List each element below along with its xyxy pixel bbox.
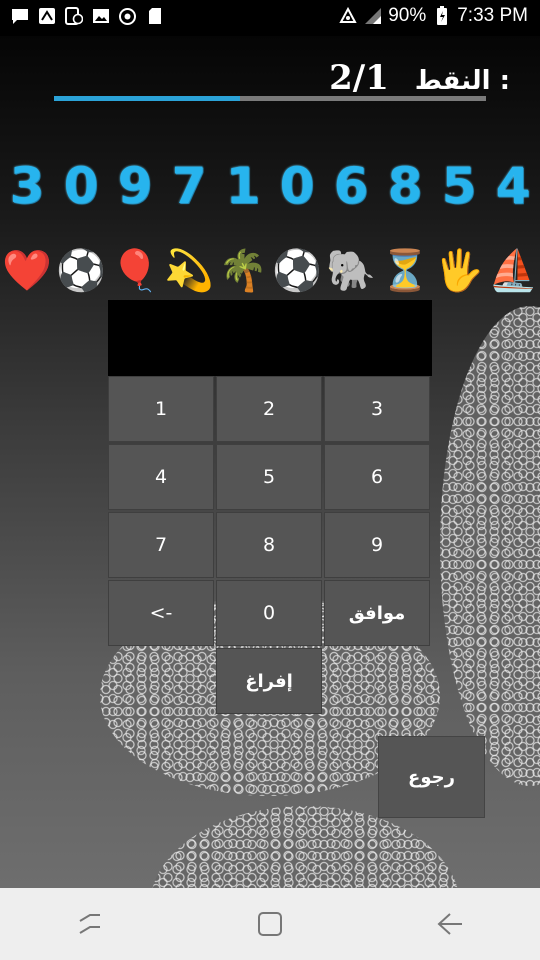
key-0[interactable]: 0 (216, 580, 322, 646)
game-area: 2/1 النقط : 3097106854 ❤️ ⚽ 🎈 💫 🌴 ⚽ 🐘 ⏳ 🖐️ ⛵ 1234… (0, 36, 540, 888)
ok-button[interactable]: موافق (324, 580, 430, 646)
sequence-digit: 7 (171, 157, 207, 215)
battery-percent: 90% (388, 5, 427, 26)
clock-app-icon (64, 6, 83, 26)
comet-icon: 💫 (164, 248, 214, 294)
background-texture (150, 806, 460, 888)
key-9[interactable]: 9 (324, 512, 430, 578)
data-saver-icon (338, 6, 357, 26)
hand-icon: 🖐️ (434, 248, 484, 294)
clock-time: 7:33 PM (457, 5, 528, 26)
sequence-digit: 0 (279, 157, 315, 215)
key-4[interactable]: 4 (108, 444, 214, 510)
score-label: النقط : (414, 66, 510, 96)
score-value: 2/1 (329, 58, 389, 98)
sync-icon (118, 6, 137, 26)
home-button[interactable] (240, 894, 300, 954)
image-icon (91, 6, 110, 26)
hourglass-icon: ⏳ (380, 248, 430, 294)
back-button[interactable]: رجوع (378, 736, 485, 818)
soccer-ball-icon: ⚽ (272, 248, 322, 294)
sequence-digit: 4 (495, 157, 531, 215)
key-5[interactable]: 5 (216, 444, 322, 510)
backspace-key[interactable]: <- (108, 580, 214, 646)
answer-display (108, 300, 432, 376)
home-icon (258, 912, 282, 936)
background-texture (440, 306, 540, 786)
sequence-digit: 5 (441, 157, 477, 215)
elephant-icon: 🐘 (326, 248, 376, 294)
recent-apps-icon (79, 914, 100, 934)
sequence-digit: 9 (117, 157, 153, 215)
emoji-sequence: ❤️ ⚽ 🎈 💫 🌴 ⚽ 🐘 ⏳ 🖐️ ⛵ (0, 246, 540, 296)
key-8[interactable]: 8 (216, 512, 322, 578)
sequence-digit: 0 (63, 157, 99, 215)
sd-card-icon (145, 6, 164, 26)
signal-icon (363, 6, 382, 26)
palm-tree-icon: 🌴 (218, 248, 268, 294)
notification-icon (37, 6, 56, 26)
sequence-digit: 1 (225, 157, 261, 215)
key-3[interactable]: 3 (324, 376, 430, 442)
battery-charging-icon (432, 6, 451, 26)
system-status: 90% 7:33 PM (338, 5, 528, 27)
sequence-digit: 3 (9, 157, 45, 215)
key-7[interactable]: 7 (108, 512, 214, 578)
progress-bar (54, 96, 486, 101)
recent-apps-button[interactable] (60, 894, 120, 954)
sailboat-icon: ⛵ (488, 248, 538, 294)
key-1[interactable]: 1 (108, 376, 214, 442)
notification-icons (10, 6, 164, 26)
sequence-digit: 8 (387, 157, 423, 215)
message-icon (10, 6, 29, 26)
sequence-digit: 6 (333, 157, 369, 215)
heart-icon: ❤️ (2, 248, 52, 294)
progress-fill (54, 96, 240, 101)
balloon-icon: 🎈 (110, 248, 160, 294)
key-6[interactable]: 6 (324, 444, 430, 510)
key-2[interactable]: 2 (216, 376, 322, 442)
clear-button[interactable]: إفراغ (216, 648, 322, 714)
navigation-bar (0, 888, 540, 960)
number-sequence: 3097106854 (0, 156, 540, 216)
soccer-ball-icon: ⚽ (56, 248, 106, 294)
status-bar: 90% 7:33 PM (0, 0, 540, 36)
back-icon (437, 913, 462, 935)
nav-back-button[interactable] (420, 894, 480, 954)
score: 2/1 النقط : (329, 58, 510, 98)
